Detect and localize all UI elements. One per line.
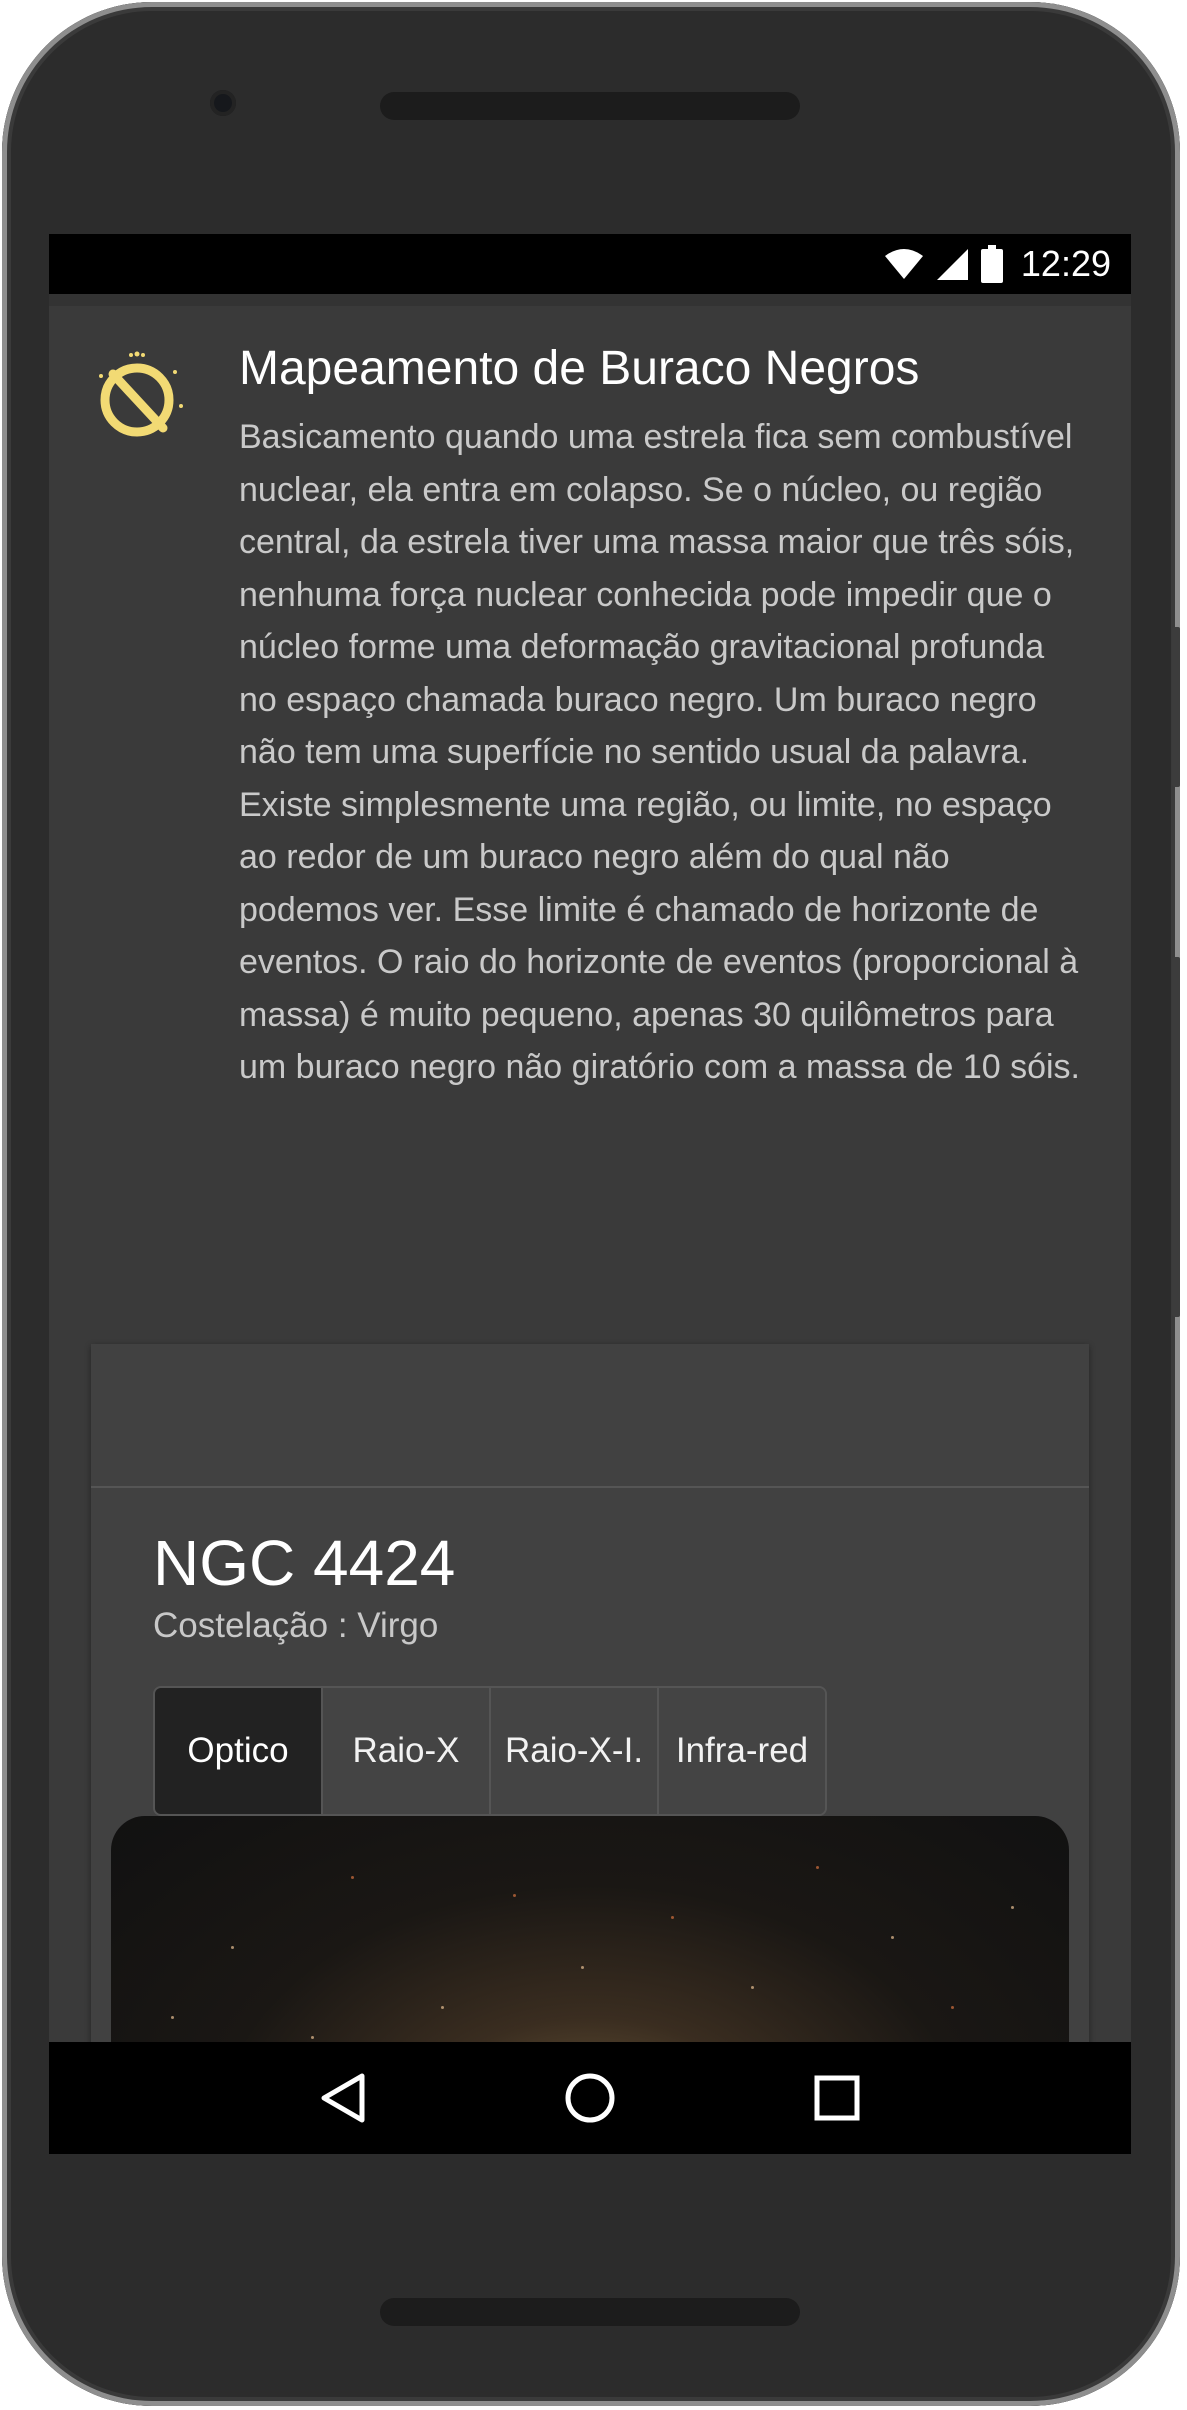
clock: 12:29 [1020,243,1111,284]
battery-icon [980,245,1003,283]
bottom-speaker [380,2298,800,2326]
front-camera [210,90,236,116]
tab-infra-red[interactable]: Infra-red [659,1688,825,1814]
article-title: Mapeamento de Buraco Negros [239,342,920,395]
home-icon [565,2073,615,2123]
object-name: NGC 4424 [153,1527,456,1599]
cell-signal-icon [936,249,968,280]
tab-raio-x-i[interactable]: Raio-X-I. [491,1688,659,1814]
tab-optico[interactable]: Optico [155,1688,323,1814]
power-button [1172,627,1180,787]
back-icon [321,2073,365,2123]
navigation-bar [49,2042,1131,2154]
card-header [91,1344,1089,1488]
object-constellation: Costelação : Virgo [153,1606,439,1645]
status-icons: 12:29 [884,243,1111,284]
back-button[interactable] [303,2058,383,2138]
home-button[interactable] [550,2058,630,2138]
screen: 12:29 Mapeamento de Buraco Negros Basica… [49,234,1131,2154]
wifi-icon [884,249,923,279]
status-bar: 12:29 [49,234,1131,294]
article-body: Basicamento quando uma estrela fica sem … [239,418,1081,1086]
phone-frame: 12:29 Mapeamento de Buraco Negros Basica… [2,2,1180,2406]
object-card: NGC 4424 Costelação : Virgo Optico Raio-… [91,1344,1089,2042]
galaxy-image [111,1816,1069,2042]
recents-button[interactable] [797,2058,877,2138]
earpiece-speaker [380,92,800,120]
black-hole-icon [99,351,183,437]
recents-icon [814,2075,860,2121]
main-content[interactable]: Mapeamento de Buraco Negros Basicamento … [49,306,1131,2042]
volume-button [1172,957,1180,1317]
wavelength-tabs: Optico Raio-X Raio-X-I. Infra-red [153,1686,827,1816]
tab-raio-x[interactable]: Raio-X [323,1688,491,1814]
